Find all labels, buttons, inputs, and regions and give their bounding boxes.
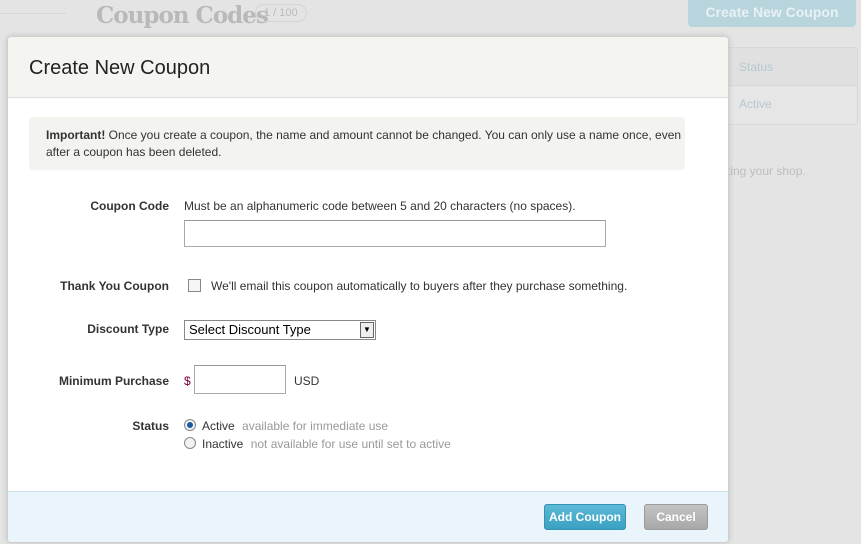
status-label: Status (132, 419, 169, 433)
thank-you-label: Thank You Coupon (60, 279, 169, 293)
create-coupon-dialog: Create New Coupon Important! Once you cr… (7, 36, 729, 543)
coupon-code-input[interactable] (184, 220, 606, 247)
discount-type-select[interactable]: Select Discount Type ▼ (184, 320, 376, 340)
radio-active[interactable] (184, 419, 196, 431)
coupon-code-label: Coupon Code (90, 199, 169, 213)
coupon-code-help: Must be an alphanumeric code between 5 a… (184, 199, 576, 213)
dialog-footer: Add Coupon Cancel (8, 491, 728, 542)
page-title: Coupon Codes (96, 2, 269, 29)
coupon-table: Status Active (720, 47, 858, 125)
table-header-status: Status (721, 48, 857, 86)
count-badge: 1 / 100 (255, 4, 307, 22)
radio-inactive[interactable] (184, 437, 196, 449)
discount-type-label: Discount Type (87, 322, 169, 336)
notice-strong: Important! (46, 128, 106, 142)
discount-type-value: Select Discount Type (189, 322, 311, 337)
background-text: ting your shop. (727, 164, 806, 178)
status-option-inactive[interactable]: Inactive not available for use until set… (184, 437, 451, 451)
inactive-hint: not available for use until set to activ… (250, 437, 451, 451)
dialog-header: Create New Coupon (8, 37, 728, 98)
currency-suffix: USD (294, 374, 320, 388)
dialog-title: Create New Coupon (29, 57, 211, 79)
table-row: Active (739, 97, 772, 111)
discount-type-row: Discount Type Select Discount Type ▼ (8, 320, 728, 342)
cancel-button[interactable]: Cancel (644, 504, 708, 530)
thank-you-text: We'll email this coupon automatically to… (211, 279, 628, 293)
active-label: Active (202, 419, 235, 433)
divider (0, 13, 66, 14)
add-coupon-button[interactable]: Add Coupon (544, 504, 626, 530)
status-option-active[interactable]: Active available for immediate use (184, 419, 388, 433)
minimum-purchase-label: Minimum Purchase (58, 374, 169, 388)
chevron-down-icon[interactable]: ▼ (360, 322, 374, 338)
currency-prefix: $ (184, 374, 191, 388)
active-hint: available for immediate use (242, 419, 389, 433)
thank-you-checkbox[interactable] (188, 279, 201, 292)
notice-text: Once you create a coupon, the name and a… (46, 128, 682, 159)
important-notice: Important! Once you create a coupon, the… (29, 117, 685, 170)
create-new-coupon-button: Create New Coupon (688, 0, 856, 27)
inactive-label: Inactive (202, 437, 244, 451)
minimum-purchase-input[interactable] (194, 365, 286, 394)
